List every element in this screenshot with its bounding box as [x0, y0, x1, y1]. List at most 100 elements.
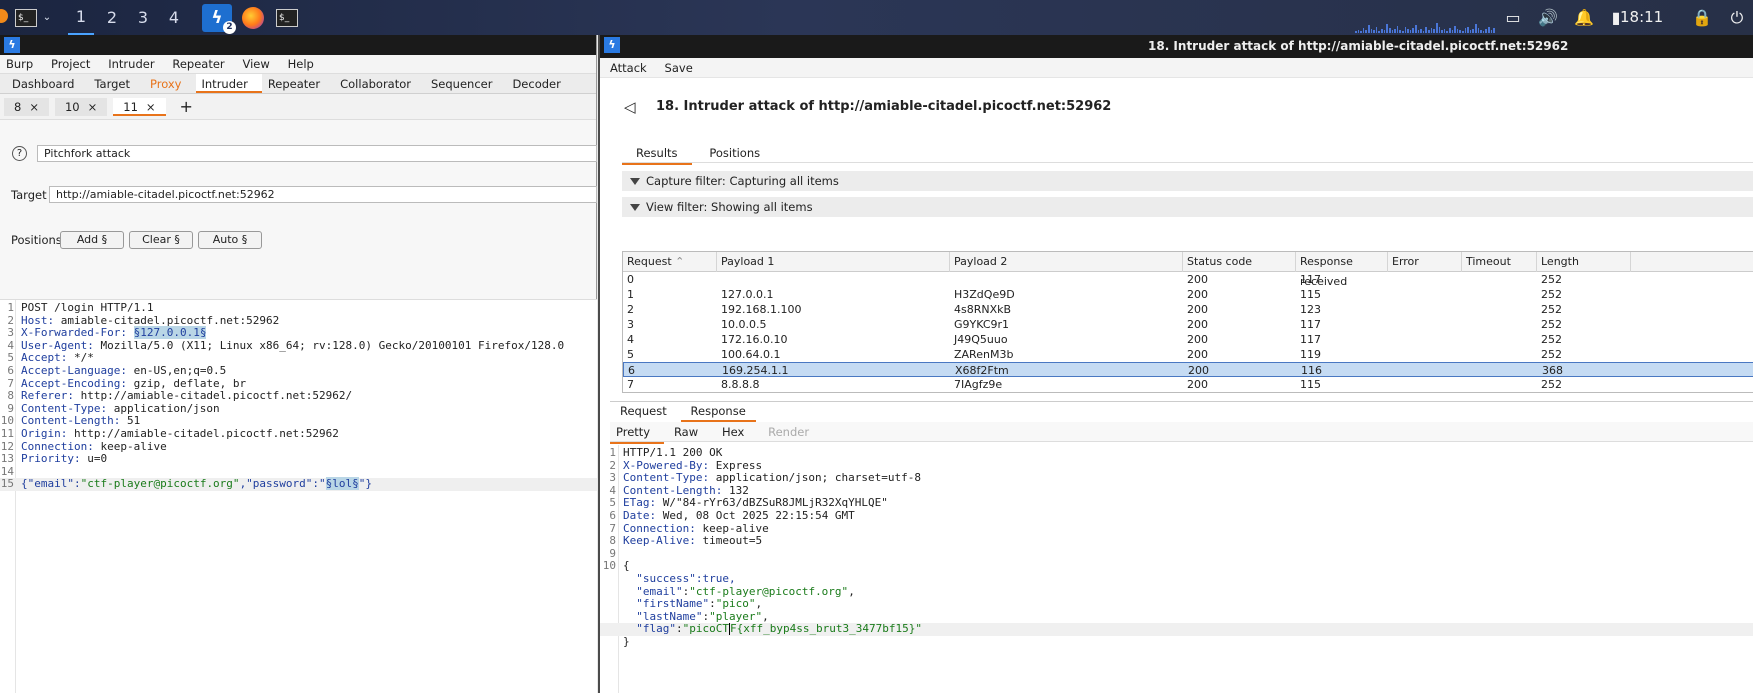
menu-help[interactable]: Help — [288, 55, 314, 74]
table-cell — [1388, 377, 1392, 392]
table-row[interactable]: 7 8.8.8.8 7IAgfz9e 200 115 252 — [623, 377, 1753, 392]
tab-sequencer[interactable]: Sequencer — [425, 74, 506, 93]
menu-attack[interactable]: Attack — [610, 58, 647, 78]
subtab-10[interactable]: 10 × — [54, 97, 108, 116]
tab-response[interactable]: Response — [680, 402, 756, 422]
positions-label: Positions — [11, 233, 62, 247]
menu-project[interactable]: Project — [51, 55, 90, 74]
tab-dashboard[interactable]: Dashboard — [6, 74, 88, 93]
view-filter-bar[interactable]: View filter: Showing all items — [622, 197, 1753, 217]
json-key: "email" — [623, 584, 683, 598]
column-header[interactable]: Request ⌃ — [623, 252, 717, 272]
menu-view[interactable]: View — [243, 55, 270, 74]
table-row[interactable]: 5 100.64.0.1 ZARenM3b 200 119 252 — [623, 347, 1753, 362]
terminal-taskbar-button[interactable]: $_ — [274, 0, 300, 35]
table-cell — [1388, 332, 1392, 347]
power-icon[interactable]: ⏻ — [1726, 0, 1748, 35]
subtab-label: 10 — [64, 99, 80, 114]
workspace-4[interactable]: 4 — [161, 0, 187, 35]
column-header[interactable]: Response received — [1296, 252, 1388, 288]
add-payload-marker-button[interactable]: Add § — [60, 231, 124, 249]
view-filter-label: View filter: Showing all items — [646, 200, 813, 214]
window-icon[interactable]: ▭ — [1502, 0, 1524, 35]
lock-icon[interactable]: 🔒 — [1691, 0, 1713, 35]
table-cell: ZARenM3b — [954, 348, 1014, 361]
table-cell — [1463, 363, 1467, 378]
table-row[interactable]: 1 127.0.0.1 H3ZdQe9D 200 115 252 — [623, 287, 1753, 302]
header-value: gzip, deflate, br — [126, 376, 247, 390]
viz-bar — [1472, 29, 1475, 33]
menu-burp[interactable]: Burp — [6, 55, 33, 74]
menu-repeater[interactable]: Repeater — [172, 55, 224, 74]
viz-bar — [1370, 29, 1373, 33]
subtab-11[interactable]: 11 × — [113, 97, 166, 116]
viz-bar — [1381, 29, 1383, 33]
workspace-1[interactable]: 1 — [68, 0, 94, 35]
json-text: {"email": — [21, 477, 81, 491]
workspace-2[interactable]: 2 — [99, 0, 125, 35]
tab-positions[interactable]: Positions — [695, 143, 774, 163]
tab-results[interactable]: Results — [622, 143, 692, 165]
payload-position[interactable]: §lol§ — [325, 477, 359, 491]
window-count-badge: 2 — [223, 20, 236, 34]
column-header[interactable]: Error — [1388, 252, 1462, 272]
burp-icon: ϟ — [211, 7, 223, 28]
tab-target[interactable]: Target — [88, 74, 144, 93]
column-header[interactable]: Payload 2 — [950, 252, 1183, 272]
column-header[interactable]: Timeout — [1462, 252, 1537, 272]
table-row[interactable]: 3 10.0.0.5 G9YKC9r1 200 117 252 — [623, 317, 1753, 332]
subtab-8[interactable]: 8 × — [4, 97, 49, 116]
payload-position[interactable]: §127.0.0.1§ — [133, 326, 207, 340]
table-cell: 116 — [1301, 364, 1322, 377]
column-header-label: Status code — [1187, 255, 1253, 268]
viz-bar — [1438, 27, 1441, 33]
add-tab-icon[interactable]: + — [180, 97, 193, 116]
clock[interactable]: 18:11 — [1620, 0, 1663, 35]
help-icon[interactable]: ? — [12, 146, 27, 161]
attack-type-select[interactable]: Pitchfork attack — [37, 145, 597, 162]
tab-raw[interactable]: Raw — [668, 422, 712, 442]
column-header-label: Payload 1 — [721, 255, 775, 268]
capture-filter-bar[interactable]: Capture filter: Capturing all items — [622, 171, 1753, 191]
column-header[interactable]: Length — [1537, 252, 1631, 272]
request-editor[interactable]: 1 POST /login HTTP/1.1 2 Host: amiable-cita… — [0, 299, 597, 693]
bell-icon[interactable]: 🔔 — [1573, 0, 1595, 35]
volume-icon[interactable]: 🔊 — [1537, 0, 1559, 35]
tab-proxy[interactable]: Proxy — [144, 74, 196, 93]
workspace-3[interactable]: 3 — [130, 0, 156, 35]
header-value: */* — [67, 351, 94, 365]
tab-decoder[interactable]: Decoder — [506, 74, 574, 93]
column-header[interactable]: Status code — [1183, 252, 1296, 272]
table-row[interactable]: 0 200 117 252 — [623, 272, 1753, 287]
close-icon[interactable]: × — [29, 100, 39, 114]
menu-intruder[interactable]: Intruder — [108, 55, 154, 74]
table-row[interactable]: 2 192.168.1.100 4s8RNXkB 200 123 252 — [623, 302, 1753, 317]
table-row[interactable]: 6 169.254.1.1 X68f2Ftm 200 116 368 — [623, 362, 1753, 377]
tab-hex[interactable]: Hex — [716, 422, 758, 442]
column-header[interactable]: Payload 1 — [717, 252, 950, 272]
tab-pretty[interactable]: Pretty — [610, 422, 665, 444]
table-row[interactable]: 4 172.16.0.10 J49Q5uuo 200 117 252 — [623, 332, 1753, 347]
response-viewer[interactable]: 1 HTTP/1.1 200 OK 2 X-Powered-By: Express 3 C… — [600, 445, 1753, 693]
firefox-taskbar-button[interactable] — [240, 0, 266, 35]
tab-collaborator[interactable]: Collaborator — [334, 74, 425, 93]
tab-intruder[interactable]: Intruder — [195, 74, 262, 93]
close-icon[interactable]: × — [88, 100, 98, 114]
menu-save[interactable]: Save — [665, 58, 693, 78]
tab-render[interactable]: Render — [762, 422, 823, 442]
close-icon[interactable]: × — [146, 100, 156, 114]
target-row: Target http://amiable-citadel.picoctf.ne… — [0, 185, 597, 213]
auto-payload-markers-button[interactable]: Auto § — [198, 231, 262, 249]
tab-repeater[interactable]: Repeater — [262, 74, 334, 93]
tab-request[interactable]: Request — [610, 402, 677, 420]
results-tabs: Results Positions — [622, 143, 1753, 165]
launcher-icon[interactable] — [0, 9, 8, 23]
clear-payload-markers-button[interactable]: Clear § — [129, 231, 193, 249]
burp-taskbar-button[interactable]: ϟ2 — [201, 0, 236, 35]
burp-logo-icon: ϟ — [4, 37, 20, 53]
target-url-field[interactable]: http://amiable-citadel.picoctf.net:52962 — [49, 186, 597, 203]
header-name: Host: — [21, 313, 55, 327]
chevron-down-icon[interactable]: ⌄ — [40, 0, 54, 35]
terminal-launcher[interactable]: $_ — [12, 0, 40, 35]
menu-bar: Burp Project Intruder Repeater View Help — [0, 55, 596, 74]
